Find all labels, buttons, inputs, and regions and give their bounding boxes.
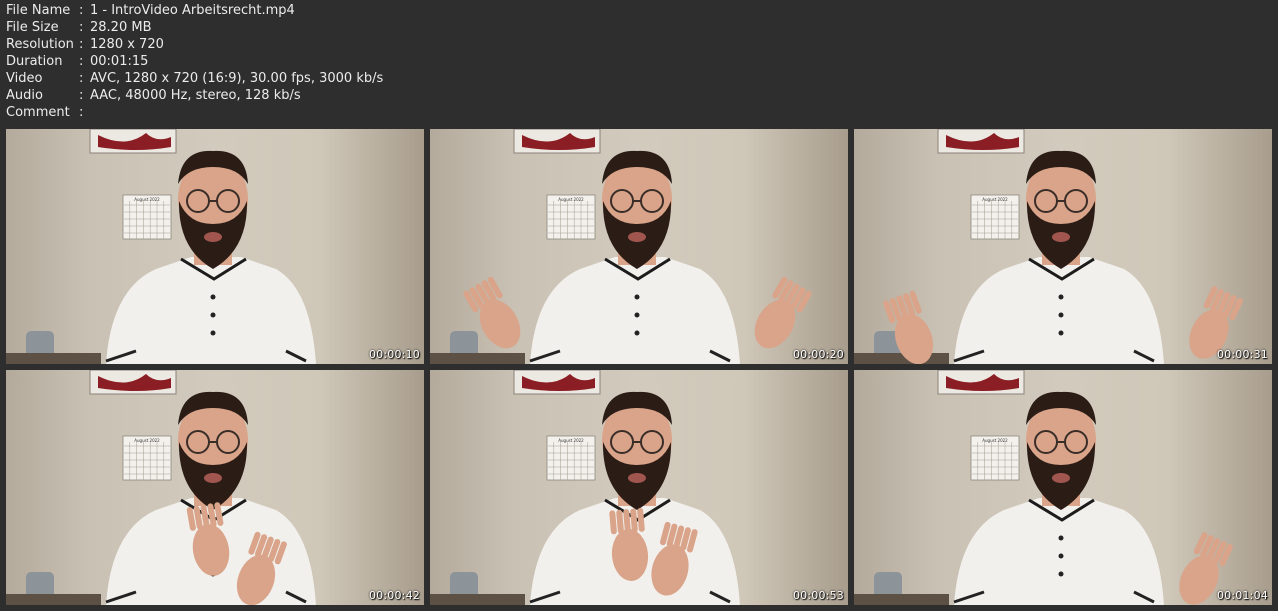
svg-text:August 2022: August 2022 [982,438,1008,443]
thumbnail-timestamp: 00:00:53 [792,589,844,602]
video-thumbnail[interactable]: August 2022 00:01:04 [854,370,1272,605]
svg-text:August 2022: August 2022 [134,438,160,443]
info-row-video: Video : AVC, 1280 x 720 (16:9), 30.00 fp… [6,70,383,87]
thumbnail-timestamp: 00:01:04 [1216,589,1268,602]
frame-illustration: August 2022 [6,370,316,605]
info-colon: : [79,37,84,52]
thumbnail-timestamp: 00:00:31 [1216,348,1268,361]
info-colon: : [79,105,84,120]
info-value: AVC, 1280 x 720 (16:9), 30.00 fps, 3000 … [90,71,384,86]
info-label: File Size [6,20,59,35]
video-thumbnail[interactable]: August 2022 00:00:53 [430,370,848,605]
video-thumbnail[interactable]: August 2022 00:00:31 [854,129,1272,364]
frame-illustration: August 2022 [430,129,812,364]
info-row-comment: Comment : [6,104,383,121]
thumbnail-timestamp: 00:00:10 [368,348,420,361]
info-label: Video [6,71,43,86]
info-label: File Name [6,3,71,18]
file-info-panel: File Name : 1 - IntroVideo Arbeitsrecht.… [6,2,383,121]
info-row-resolution: Resolution : 1280 x 720 [6,36,383,53]
video-thumbnail[interactable]: August 2022 00:00:10 [6,129,424,364]
info-colon: : [79,20,84,35]
info-label: Duration [6,54,63,69]
frame-illustration: August 2022 [430,370,740,605]
info-colon: : [79,88,84,103]
info-label: Comment [6,105,70,120]
video-thumbnail[interactable]: August 2022 00:00:20 [430,129,848,364]
svg-text:August 2022: August 2022 [982,197,1008,202]
svg-text:August 2022: August 2022 [134,197,160,202]
info-row-file-size: File Size : 28.20 MB [6,19,383,36]
thumbnail-timestamp: 00:00:42 [368,589,420,602]
thumbnail-grid: August 2022 00:00:10 August 2022 00:00:20 … [6,129,1274,605]
video-thumbnail[interactable]: August 2022 00:00:42 [6,370,424,605]
info-label: Resolution [6,37,74,52]
info-value: 00:01:15 [90,54,149,69]
frame-illustration: August 2022 [854,370,1233,605]
info-value: AAC, 48000 Hz, stereo, 128 kb/s [90,88,301,103]
info-value: 28.20 MB [90,20,152,35]
frame-illustration: August 2022 [854,129,1243,364]
info-row-audio: Audio : AAC, 48000 Hz, stereo, 128 kb/s [6,87,383,104]
info-value: 1280 x 720 [90,37,164,52]
svg-text:August 2022: August 2022 [558,197,584,202]
thumbnail-timestamp: 00:00:20 [792,348,844,361]
frame-illustration: August 2022 [6,129,316,364]
info-row-duration: Duration : 00:01:15 [6,53,383,70]
info-colon: : [79,54,84,69]
info-value: 1 - IntroVideo Arbeitsrecht.mp4 [90,3,295,18]
info-label: Audio [6,88,43,103]
info-row-file-name: File Name : 1 - IntroVideo Arbeitsrecht.… [6,2,383,19]
info-colon: : [79,71,84,86]
info-colon: : [79,3,84,18]
svg-text:August 2022: August 2022 [558,438,584,443]
